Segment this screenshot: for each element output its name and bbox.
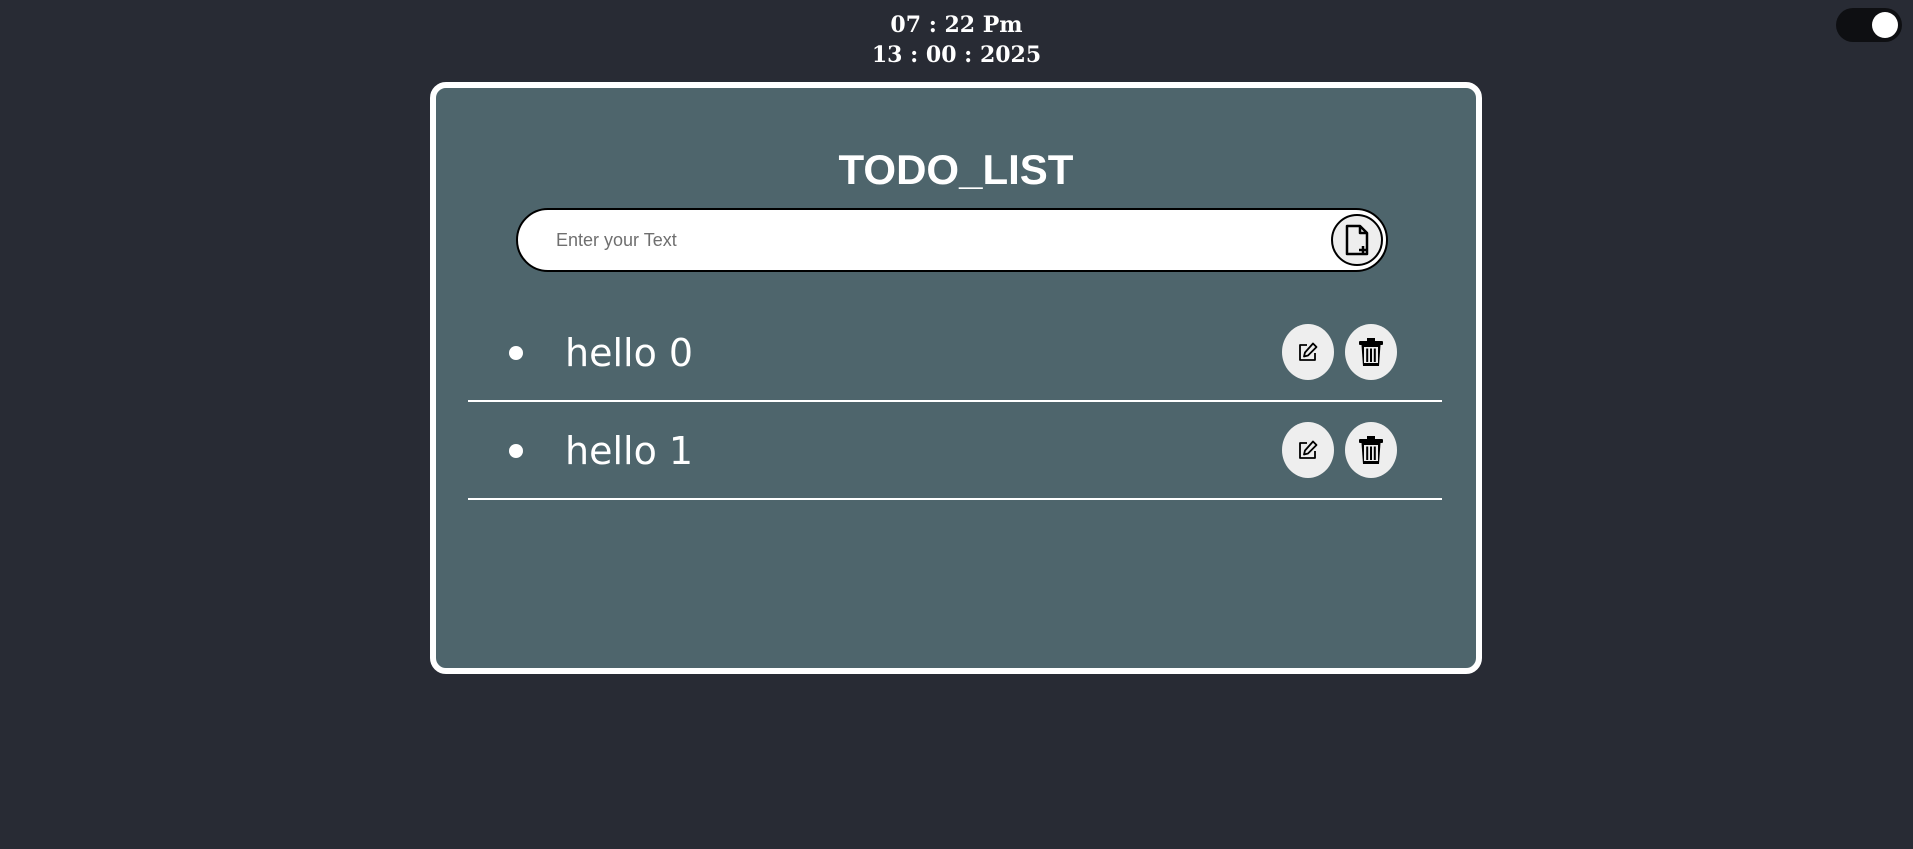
edit-icon (1297, 341, 1319, 363)
add-todo-button[interactable] (1331, 214, 1383, 266)
clock: 07 : 22 Pm 13 : 00 : 2025 (0, 10, 1913, 70)
todo-text: hello 0 (565, 331, 694, 375)
todo-input[interactable] (556, 210, 1296, 270)
trash-icon (1358, 337, 1384, 367)
clock-time: 07 : 22 Pm (890, 12, 1023, 38)
bullet-icon (509, 346, 523, 360)
todo-list: hello 0 hello 1 (468, 306, 1442, 502)
delete-todo-button[interactable] (1345, 324, 1397, 380)
toggle-knob (1872, 12, 1898, 38)
clock-date: 13 : 00 : 2025 (871, 42, 1042, 68)
edit-todo-button[interactable] (1282, 422, 1334, 478)
todo-item: hello 0 (468, 306, 1442, 402)
bullet-icon (509, 444, 523, 458)
page-title: TODO_LIST (838, 146, 1074, 193)
todo-item: hello 1 (468, 404, 1442, 500)
todo-text: hello 1 (565, 429, 694, 473)
file-plus-icon (1342, 224, 1372, 256)
delete-todo-button[interactable] (1345, 422, 1397, 478)
theme-toggle[interactable] (1836, 8, 1902, 42)
trash-icon (1358, 435, 1384, 465)
edit-icon (1297, 439, 1319, 461)
edit-todo-button[interactable] (1282, 324, 1334, 380)
todo-card: TODO_LIST hello 0 (430, 82, 1482, 674)
todo-input-container (516, 208, 1388, 272)
